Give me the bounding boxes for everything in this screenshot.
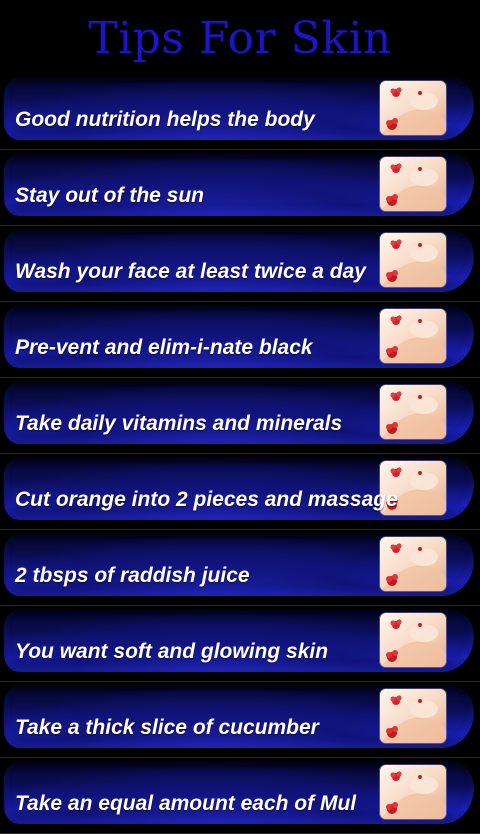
tip-label: Good nutrition helps the body bbox=[15, 108, 315, 131]
tip-label: Stay out of the sun bbox=[15, 184, 204, 207]
spa-face-with-flower-icon bbox=[380, 309, 446, 363]
tip-label: You want soft and glowing skin bbox=[15, 640, 329, 663]
tip-label: Take a thick slice of cucumber bbox=[15, 716, 319, 739]
spa-face-with-flower-icon bbox=[380, 613, 446, 667]
spa-face-with-flower-icon bbox=[380, 81, 446, 135]
spa-face-with-flower-icon bbox=[380, 157, 446, 211]
list-item-tip-8[interactable]: You want soft and glowing skin bbox=[0, 606, 480, 682]
tip-label: Wash your face at least twice a day bbox=[15, 260, 366, 283]
list-item-tip-4[interactable]: Pre-vent and elim-i-nate black bbox=[0, 302, 480, 378]
tip-label: Cut orange into 2 pieces and massage bbox=[15, 488, 398, 511]
tips-list: Good nutrition helps the body Stay out o… bbox=[0, 74, 480, 834]
spa-face-with-flower-icon bbox=[380, 233, 446, 287]
tip-label: 2 tbsps of raddish juice bbox=[15, 564, 250, 587]
tip-label: Pre-vent and elim-i-nate black bbox=[15, 336, 313, 359]
spa-face-with-flower-icon bbox=[380, 385, 446, 439]
list-item-tip-3[interactable]: Wash your face at least twice a day bbox=[0, 226, 480, 302]
list-item-tip-10[interactable]: Take an equal amount each of Mul bbox=[0, 758, 480, 834]
list-item-tip-6[interactable]: Cut orange into 2 pieces and massage bbox=[0, 454, 480, 530]
spa-face-with-flower-icon bbox=[380, 537, 446, 591]
spa-face-with-flower-icon bbox=[380, 765, 446, 819]
list-item-tip-2[interactable]: Stay out of the sun bbox=[0, 150, 480, 226]
spa-face-with-flower-icon bbox=[380, 689, 446, 743]
tip-label: Take daily vitamins and minerals bbox=[15, 412, 343, 435]
list-item-tip-1[interactable]: Good nutrition helps the body bbox=[0, 74, 480, 150]
list-item-tip-7[interactable]: 2 tbsps of raddish juice bbox=[0, 530, 480, 606]
list-item-tip-5[interactable]: Take daily vitamins and minerals bbox=[0, 378, 480, 454]
list-item-tip-9[interactable]: Take a thick slice of cucumber bbox=[0, 682, 480, 758]
tip-label: Take an equal amount each of Mul bbox=[15, 792, 357, 815]
app-title: Tips For Skin bbox=[88, 13, 392, 64]
